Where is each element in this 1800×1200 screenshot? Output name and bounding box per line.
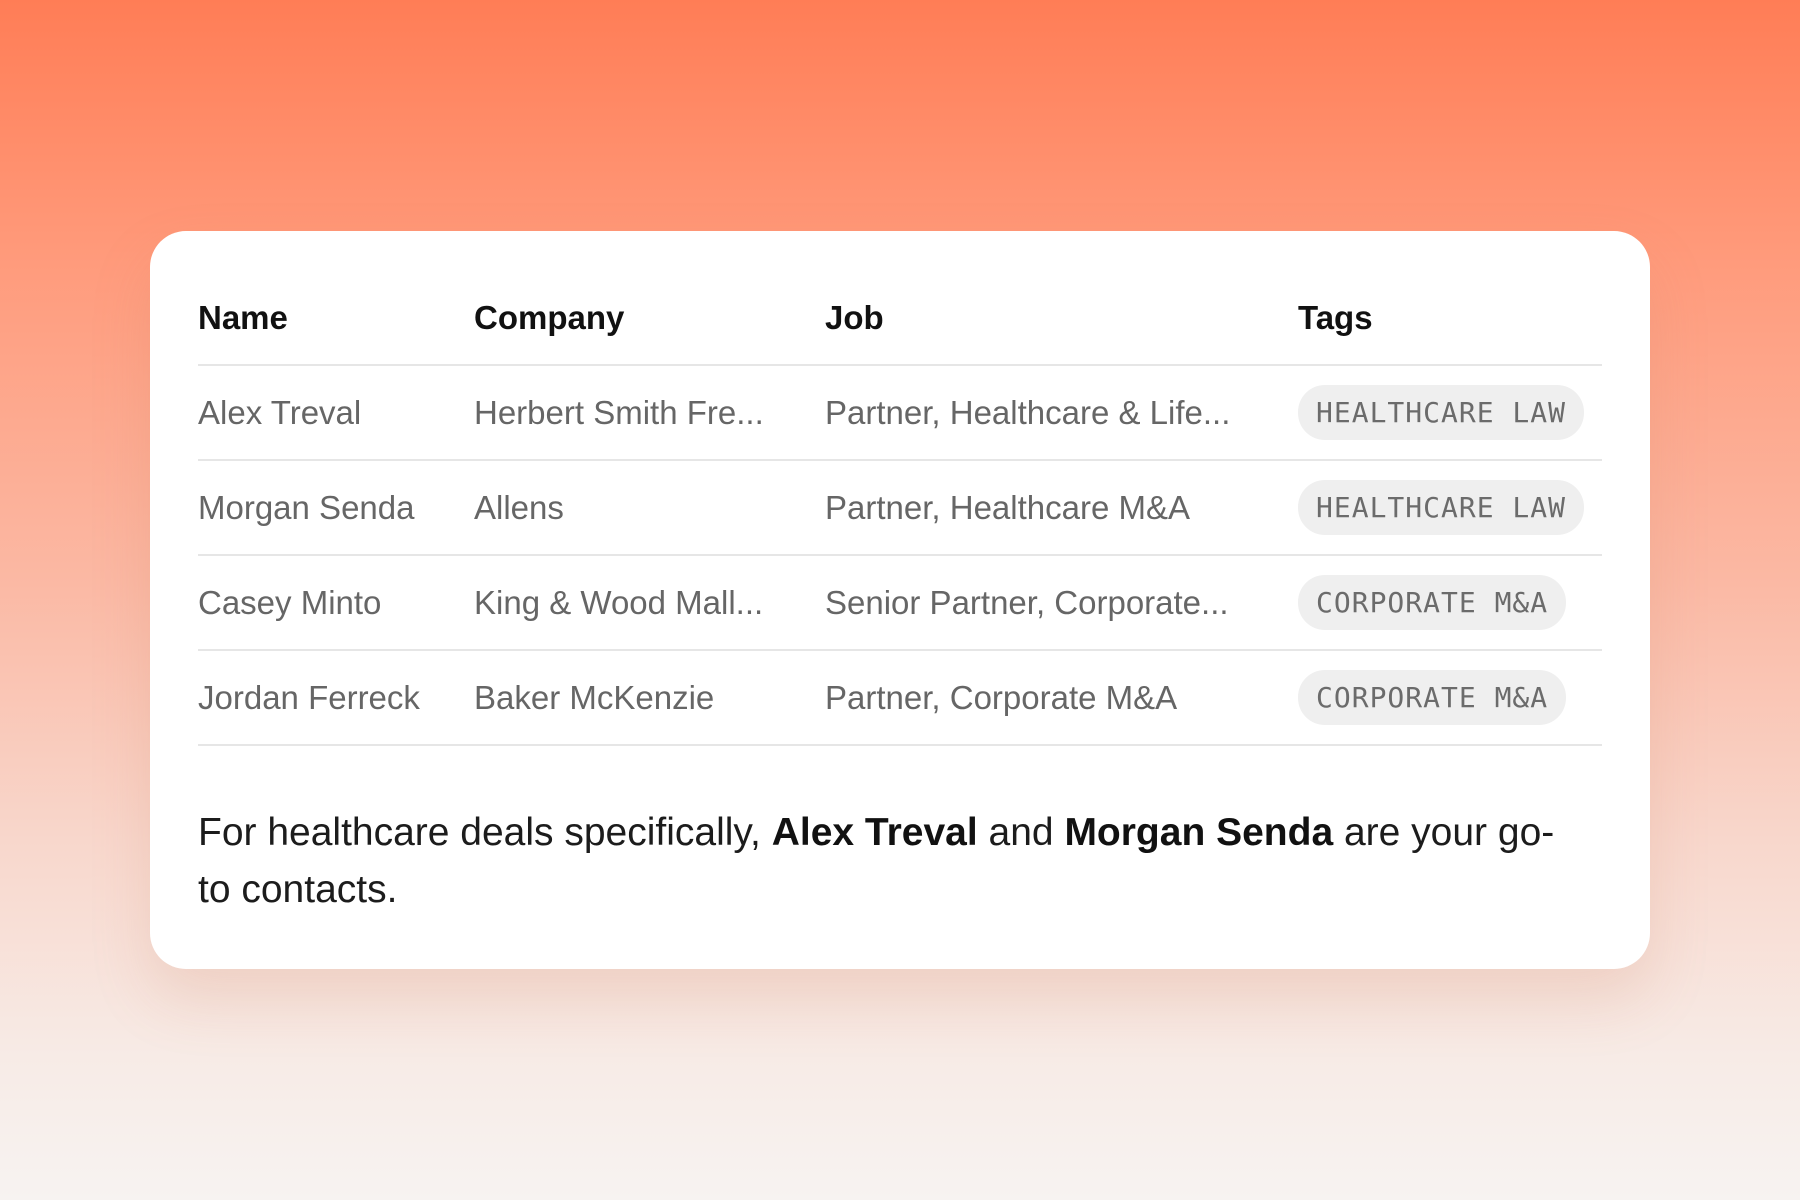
column-header-tags[interactable]: Tags [1298,299,1602,337]
tags-cell: HEALTHCARE LAW [1298,480,1602,535]
highlighted-contact-2: Morgan Senda [1064,811,1334,854]
contact-job: Partner, Healthcare M&A [825,488,1190,526]
contact-name: Morgan Senda [198,488,415,526]
column-header-name[interactable]: Name [198,299,474,337]
contact-job: Partner, Healthcare & Life... [825,393,1231,431]
summary-text: For healthcare deals specifically, Alex … [198,804,1578,918]
table-row[interactable]: Morgan Senda Allens Partner, Healthcare … [198,461,1602,556]
table-row[interactable]: Alex Treval Herbert Smith Fre... Partner… [198,366,1602,461]
tags-cell: CORPORATE M&A [1298,670,1602,725]
contact-name: Casey Minto [198,583,382,621]
contact-job: Partner, Corporate M&A [825,678,1178,716]
summary-prefix: For healthcare deals specifically, [198,811,772,854]
tag-badge[interactable]: CORPORATE M&A [1298,575,1567,630]
table-header-row: Name Company Job Tags [198,271,1602,366]
contact-company: Baker McKenzie [474,678,715,716]
table-row[interactable]: Casey Minto King & Wood Mall... Senior P… [198,556,1602,651]
contact-name: Jordan Ferreck [198,678,420,716]
contacts-card: Name Company Job Tags Alex Treval Herber… [150,231,1650,969]
tags-cell: HEALTHCARE LAW [1298,385,1602,440]
contact-company: Herbert Smith Fre... [474,393,764,431]
contact-job: Senior Partner, Corporate... [825,583,1229,621]
tags-cell: CORPORATE M&A [1298,575,1602,630]
column-header-job[interactable]: Job [825,299,1298,337]
column-header-company[interactable]: Company [474,299,825,337]
summary-middle: and [977,811,1065,854]
contacts-table: Name Company Job Tags Alex Treval Herber… [198,271,1602,746]
tag-badge[interactable]: HEALTHCARE LAW [1298,385,1585,440]
table-row[interactable]: Jordan Ferreck Baker McKenzie Partner, C… [198,651,1602,746]
tag-badge[interactable]: HEALTHCARE LAW [1298,480,1585,535]
tag-badge[interactable]: CORPORATE M&A [1298,670,1567,725]
contact-company: Allens [474,488,564,526]
contact-company: King & Wood Mall... [474,583,764,621]
highlighted-contact-1: Alex Treval [771,811,978,854]
contact-name: Alex Treval [198,393,362,431]
